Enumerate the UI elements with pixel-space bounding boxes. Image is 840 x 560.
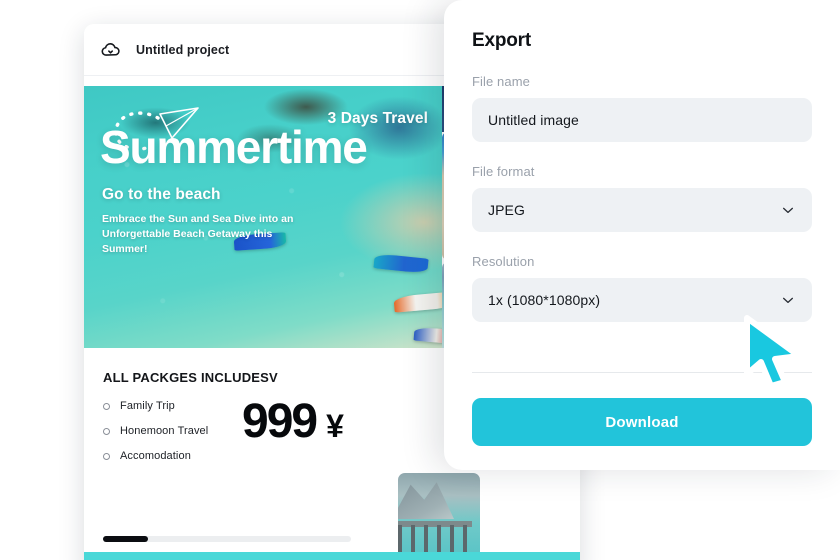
packages-title: ALL PACKGES INCLUDESV — [103, 370, 278, 385]
cloud-icon — [100, 39, 122, 61]
feature-list: Family Trip Honemoon Travel Accomodation — [103, 400, 253, 475]
list-item: Family Trip — [103, 400, 253, 412]
chevron-down-icon — [780, 202, 796, 218]
file-format-select[interactable]: JPEG — [472, 188, 812, 232]
file-name-input[interactable]: Untitled image — [472, 98, 812, 142]
mountain-shape — [398, 482, 454, 519]
poster-footer-bar: 123 Anywhere St., Any City WWW.CAPCUT.CO… — [84, 552, 580, 560]
panel-divider — [472, 372, 812, 373]
download-button[interactable]: Download — [472, 398, 812, 446]
bullet-circle-icon — [103, 402, 110, 410]
price-block: 999 ¥ — [242, 398, 344, 446]
file-name-value: Untitled image — [488, 112, 579, 128]
lake-photo-card — [398, 473, 480, 560]
poster-hero-copy: 3 Days Travel Summertime Go to the beach… — [84, 86, 442, 348]
bullet-circle-icon — [103, 452, 110, 460]
file-name-label: File name — [472, 74, 530, 89]
price-amount: 999 — [242, 395, 318, 448]
chevron-down-icon — [780, 292, 796, 308]
price-currency: ¥ — [326, 408, 344, 444]
screen-root: Untitled project 3 Days Travel Summertim… — [0, 0, 840, 560]
hero-body-text: Embrace the Sun and Sea Dive into an Unf… — [102, 213, 294, 256]
progress-bar-track[interactable] — [103, 536, 351, 542]
file-format-label: File format — [472, 164, 535, 179]
list-item: Honemoon Travel — [103, 425, 253, 437]
hero-subhead: Go to the beach — [102, 186, 221, 203]
hero-headline: Summertime — [100, 121, 368, 173]
export-panel: Export File name Untitled image File for… — [444, 0, 840, 470]
feature-label: Family Trip — [120, 400, 175, 412]
page-title: Export — [472, 30, 531, 51]
resolution-label: Resolution — [472, 254, 535, 269]
feature-label: Honemoon Travel — [120, 425, 209, 437]
bullet-circle-icon — [103, 427, 110, 435]
resolution-select[interactable]: 1x (1080*1080px) — [472, 278, 812, 322]
file-format-value: JPEG — [488, 202, 525, 218]
feature-label: Accomodation — [120, 450, 191, 462]
list-item: Accomodation — [103, 450, 253, 462]
pier-posts — [398, 525, 472, 555]
resolution-value: 1x (1080*1080px) — [488, 292, 601, 308]
project-title: Untitled project — [136, 42, 230, 57]
progress-bar-fill — [103, 536, 148, 542]
